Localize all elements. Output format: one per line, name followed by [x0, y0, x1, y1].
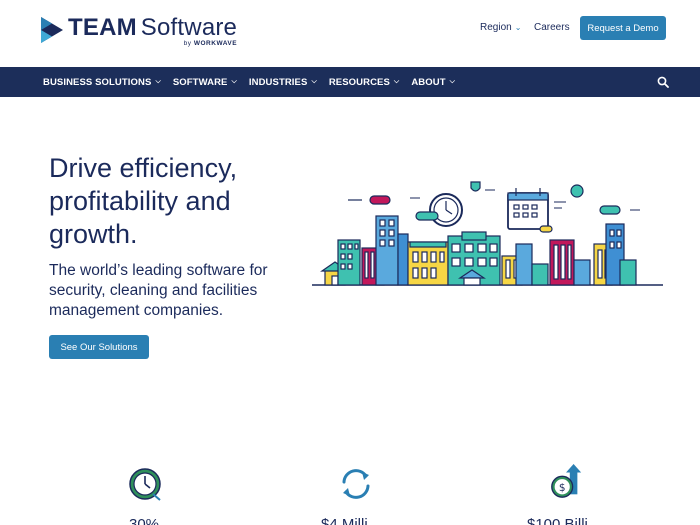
nav-item-software[interactable]: SOFTWARE ⌵ — [173, 77, 237, 88]
hero-title: Drive efficiency, profitability and grow… — [49, 153, 238, 249]
top-header: TEAM Software by WORKWAVE Region ⌄ Career… — [0, 0, 700, 67]
nav-item-business-solutions[interactable]: BUSINESS SOLUTIONS ⌵ — [43, 77, 161, 88]
search-icon[interactable] — [657, 76, 669, 88]
nav-item-resources[interactable]: RESOURCES ⌵ — [329, 77, 399, 88]
chevron-down-icon: ⌵ — [393, 78, 400, 85]
clock-icon — [129, 468, 161, 501]
svg-text:$: $ — [559, 482, 566, 494]
chevron-down-icon: ⌄ — [514, 23, 522, 32]
logo-byline: by WORKWAVE — [183, 40, 238, 47]
request-demo-button[interactable]: Request a Demo — [580, 16, 666, 40]
refresh-icon — [342, 469, 370, 499]
nav-item-label: BUSINESS SOLUTIONS — [43, 76, 152, 88]
stat-value: $4 Milli — [321, 516, 368, 525]
region-selector[interactable]: Region ⌄ — [480, 22, 521, 33]
logo-wordmark: TEAM Software — [68, 14, 238, 41]
nav-item-label: ABOUT — [411, 76, 446, 88]
nav-item-industries[interactable]: INDUSTRIES ⌵ — [249, 77, 317, 88]
chevron-down-icon: ⌵ — [449, 78, 456, 85]
stat-value: 30% — [129, 516, 160, 525]
nav-item-label: SOFTWARE — [172, 76, 228, 88]
nav-item-label: RESOURCES — [328, 76, 390, 88]
team-software-logo[interactable]: TEAM Software by WORKWAVE — [41, 15, 237, 47]
dollar-growth-icon: $ — [551, 464, 582, 498]
stat-value: $100 Billi — [527, 516, 588, 525]
see-solutions-button[interactable]: See Our Solutions — [49, 335, 149, 359]
hero-subtitle: The world’s leading software for securit… — [49, 262, 268, 319]
main-nav: BUSINESS SOLUTIONS ⌵ SOFTWARE ⌵ INDUSTRI… — [0, 67, 700, 97]
region-label: Region — [480, 22, 512, 33]
logo-triangle-icon — [41, 17, 63, 43]
city-illustration — [312, 181, 663, 286]
chevron-down-icon: ⌵ — [311, 78, 317, 85]
chevron-down-icon: ⌵ — [155, 78, 161, 85]
nav-item-about[interactable]: ABOUT ⌵ — [411, 77, 455, 88]
nav-item-label: INDUSTRIES — [248, 76, 308, 88]
careers-link[interactable]: Careers — [534, 22, 570, 33]
chevron-down-icon: ⌵ — [231, 78, 237, 85]
